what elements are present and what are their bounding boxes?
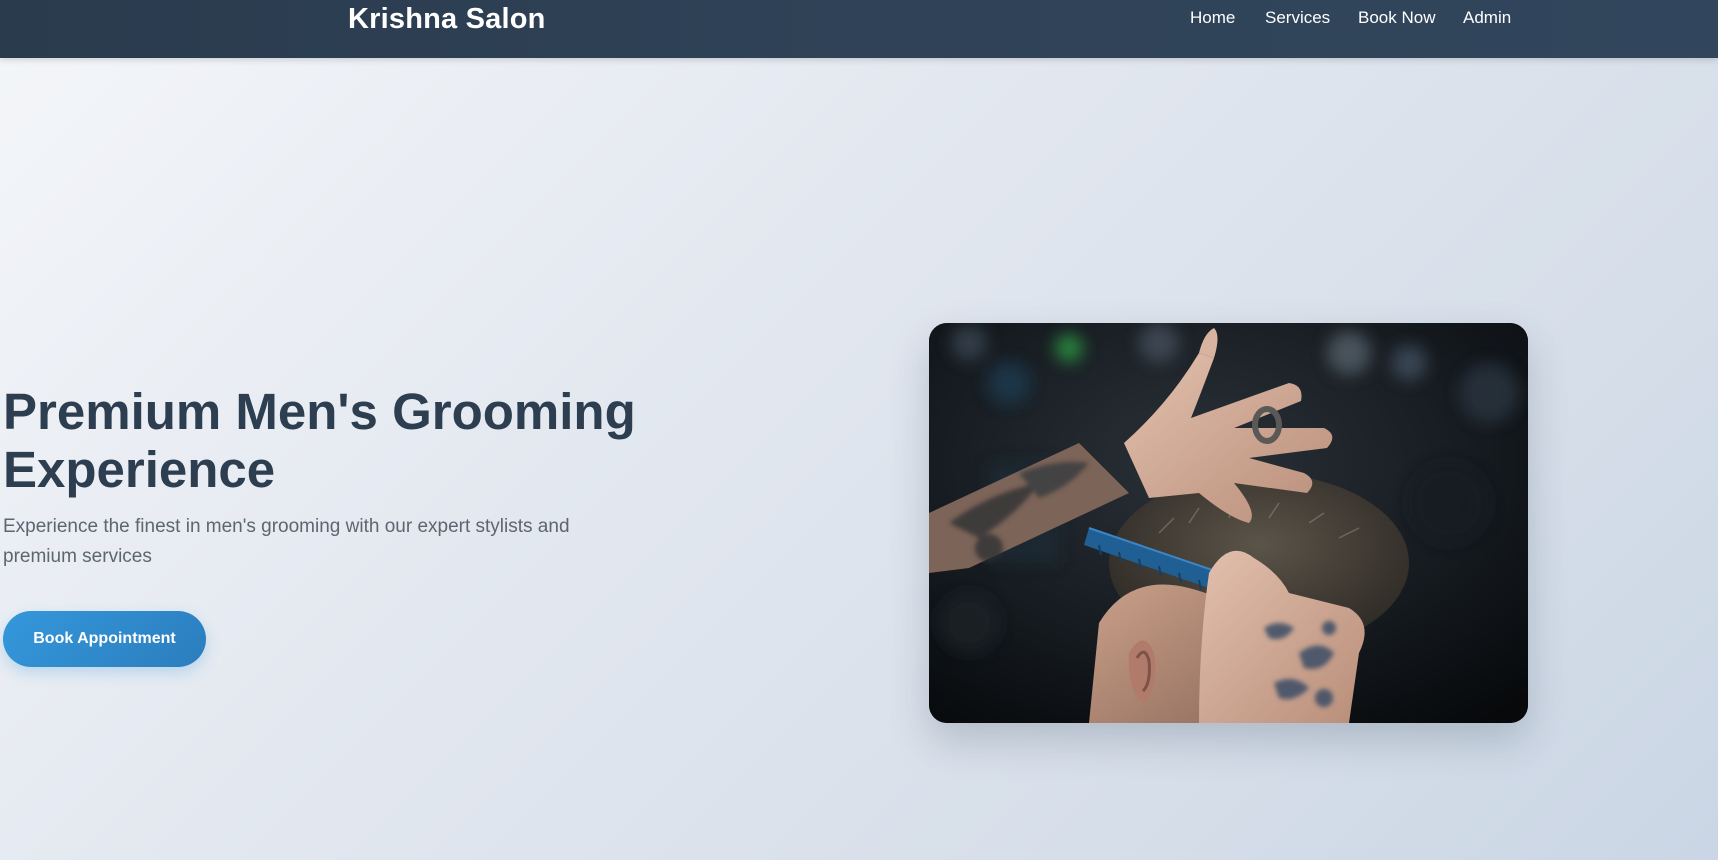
hero-title-line-1: Premium Men's Grooming: [3, 383, 636, 440]
hero-title: Premium Men's Grooming Experience: [3, 383, 663, 499]
nav-link-admin[interactable]: Admin: [1463, 8, 1511, 28]
hero-title-line-2: Experience: [3, 441, 276, 498]
hero-subtitle-line-1: Experience the finest in men's grooming …: [3, 516, 570, 537]
hero-section: Premium Men's Grooming Experience Experi…: [3, 383, 663, 572]
barber-haircut-illustration: [929, 323, 1528, 723]
hero-subtitle-line-2: premium services: [3, 546, 152, 567]
nav-link-home[interactable]: Home: [1190, 8, 1235, 28]
hero-subtitle: Experience the finest in men's grooming …: [3, 512, 603, 572]
nav-link-book-now[interactable]: Book Now: [1358, 8, 1435, 28]
hero-image: [929, 323, 1528, 723]
nav-link-services[interactable]: Services: [1265, 8, 1330, 28]
nav-links: Home Services Book Now Admin: [0, 8, 1718, 30]
navbar: Krishna Salon Home Services Book Now Adm…: [0, 0, 1718, 58]
book-appointment-button[interactable]: Book Appointment: [3, 611, 206, 667]
